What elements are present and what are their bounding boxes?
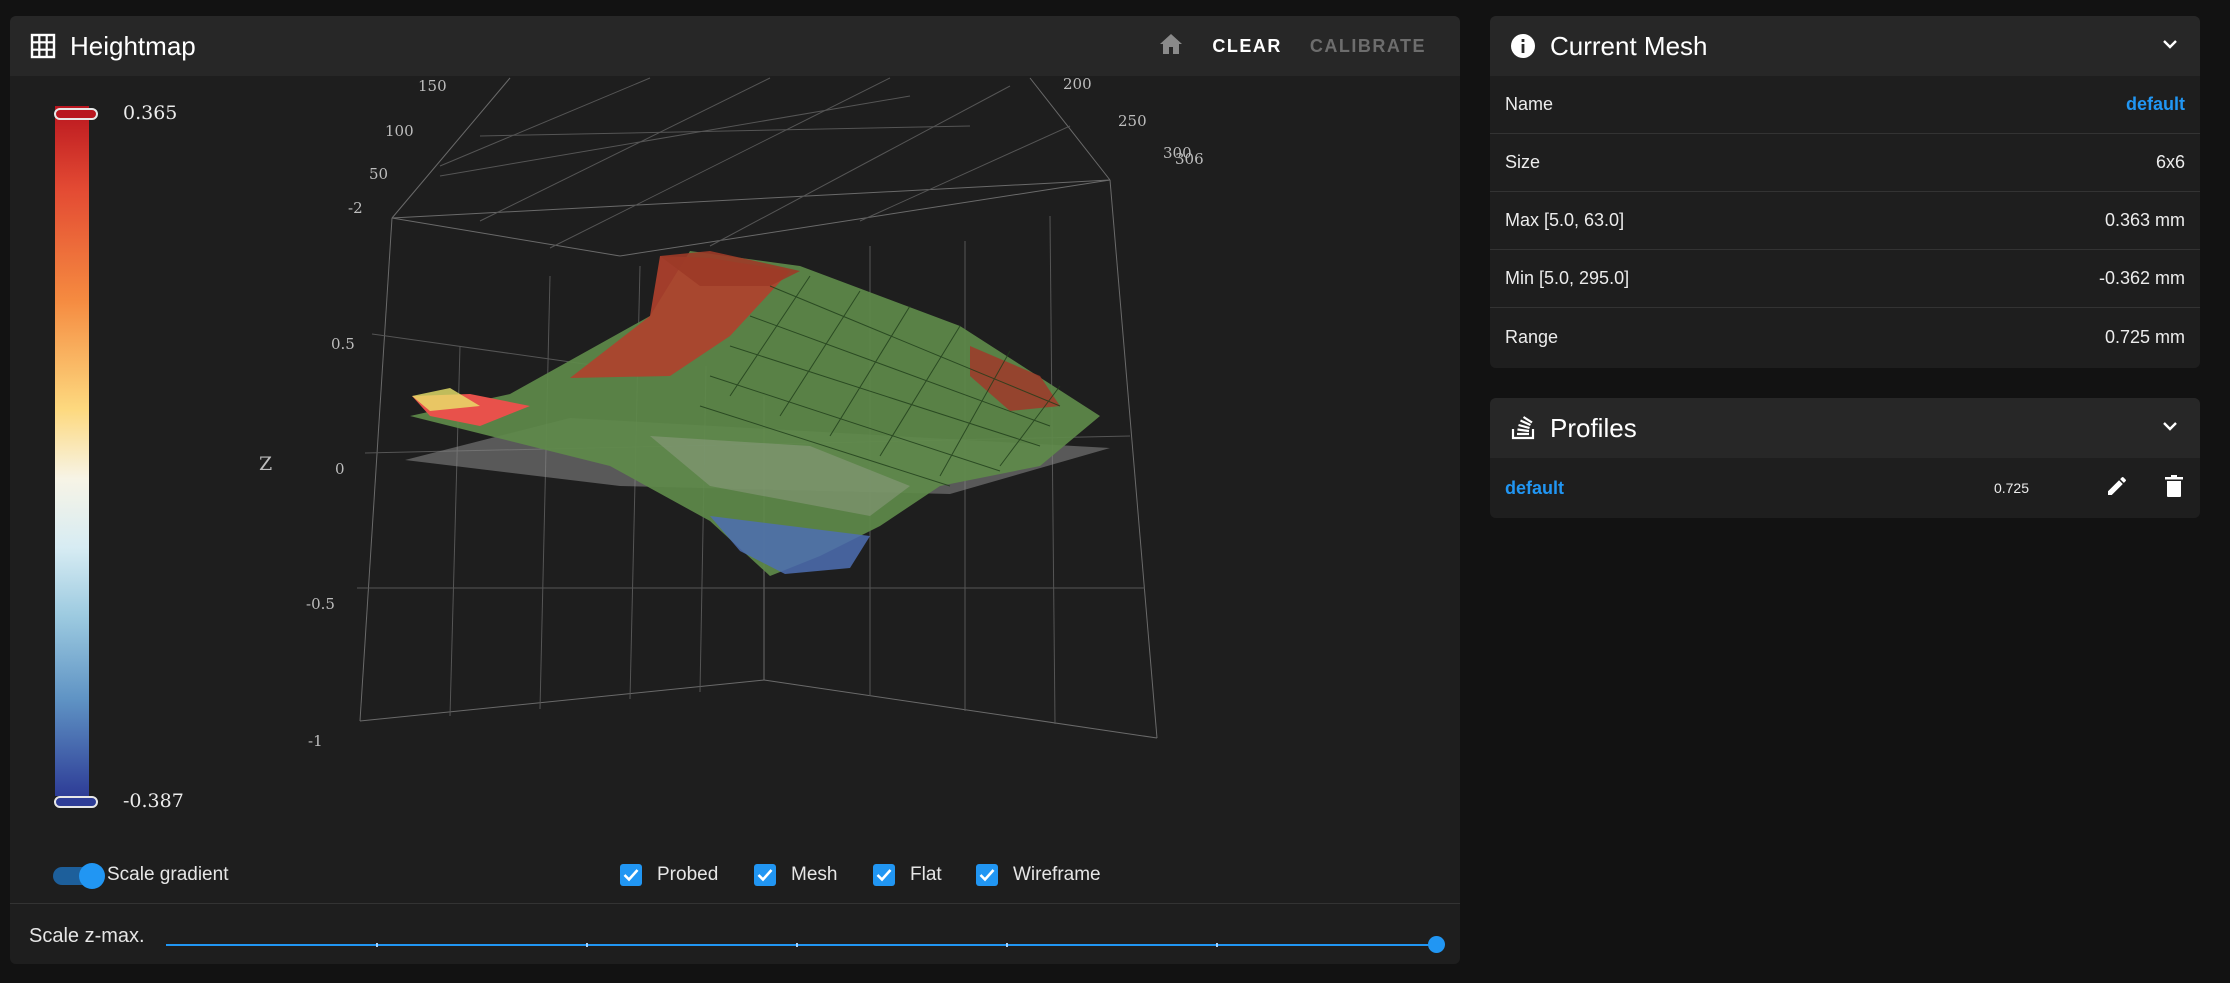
mesh-row-name: Name default — [1490, 76, 2200, 134]
layers-stack-icon — [1510, 415, 1536, 441]
checkbox-checked-icon — [873, 864, 895, 886]
mesh-name-link[interactable]: default — [2126, 94, 2185, 115]
slider-tick — [1006, 943, 1008, 947]
left-tick-3: -2 — [348, 199, 363, 217]
profile-item: default 0.725 — [1490, 458, 2200, 518]
slider-tick — [586, 943, 588, 947]
mesh-checkbox[interactable]: Mesh — [754, 864, 837, 886]
scale-zmax-label: Scale z-max. — [29, 925, 145, 947]
wireframe-checkbox[interactable]: Wireframe — [976, 864, 1101, 886]
mesh-row-range: Range 0.725 mm — [1505, 326, 2185, 347]
checkbox-checked-icon — [976, 864, 998, 886]
mesh-row-min: Min [5.0, 295.0] -0.362 mm — [1490, 250, 2200, 308]
info-icon — [1510, 33, 1536, 59]
scale-zmax-slider-thumb[interactable] — [1428, 936, 1445, 953]
z-tick-0: 0.5 — [331, 335, 355, 353]
checkbox-checked-icon — [754, 864, 776, 886]
chevron-down-icon[interactable] — [2160, 416, 2180, 441]
mesh-info-list: Name default Size 6x6 Max [5.0, 63.0] 0.… — [1490, 76, 2200, 366]
profiles-header[interactable]: Profiles — [1490, 398, 2200, 458]
heightmap-card: Heightmap CLEAR CALIBRATE 0.365 -0.387 Z… — [10, 16, 1460, 964]
left-tick-1: 100 — [385, 122, 414, 140]
heightmap-3d-plot[interactable]: Z 0.5 0 -0.5 -1 150 100 50 -2 200 250 30… — [10, 16, 1460, 846]
current-mesh-title: Current Mesh — [1550, 30, 1708, 61]
current-mesh-header[interactable]: Current Mesh — [1490, 16, 2200, 76]
scale-gradient-toggle[interactable] — [53, 863, 105, 889]
probed-checkbox[interactable]: Probed — [620, 864, 718, 886]
scale-zmax-row: Scale z-max. — [10, 903, 1460, 963]
profiles-title: Profiles — [1550, 412, 1637, 443]
left-tick-0: 150 — [418, 77, 447, 95]
mesh-surface — [410, 251, 1100, 576]
current-mesh-card: Current Mesh Name default Size 6x6 Max [… — [1490, 16, 2200, 368]
right-tick-1: 250 — [1118, 112, 1147, 130]
flat-checkbox[interactable]: Flat — [873, 864, 942, 886]
mesh-row-max: Max [5.0, 63.0] 0.363 mm — [1490, 192, 2200, 250]
right-tick-0: 200 — [1063, 75, 1092, 93]
profile-range: 0.725 — [1993, 480, 2029, 496]
scale-zmax-slider[interactable] — [166, 944, 1438, 946]
slider-tick — [376, 943, 378, 947]
mesh-row-size: Size 6x6 — [1490, 134, 2200, 192]
z-tick-1: 0 — [335, 460, 345, 478]
chevron-down-icon[interactable] — [2160, 34, 2180, 59]
heightmap-controls: Scale gradient Probed Mesh Flat Wirefram… — [10, 852, 1460, 902]
edit-pencil-icon[interactable] — [2105, 474, 2129, 503]
slider-tick — [1216, 943, 1218, 947]
scale-gradient-label: Scale gradient — [107, 864, 229, 885]
slider-tick — [796, 943, 798, 947]
checkbox-checked-icon — [620, 864, 642, 886]
profiles-card: Profiles default 0.725 — [1490, 398, 2200, 518]
delete-trash-icon[interactable] — [2163, 474, 2185, 503]
z-tick-2: -0.5 — [306, 595, 335, 613]
left-tick-2: 50 — [369, 165, 388, 183]
axis-label-z: Z — [259, 453, 272, 475]
z-tick-3: -1 — [308, 732, 323, 750]
right-tick-3: 306 — [1175, 150, 1204, 168]
profile-name-link[interactable]: default — [1505, 478, 1564, 499]
